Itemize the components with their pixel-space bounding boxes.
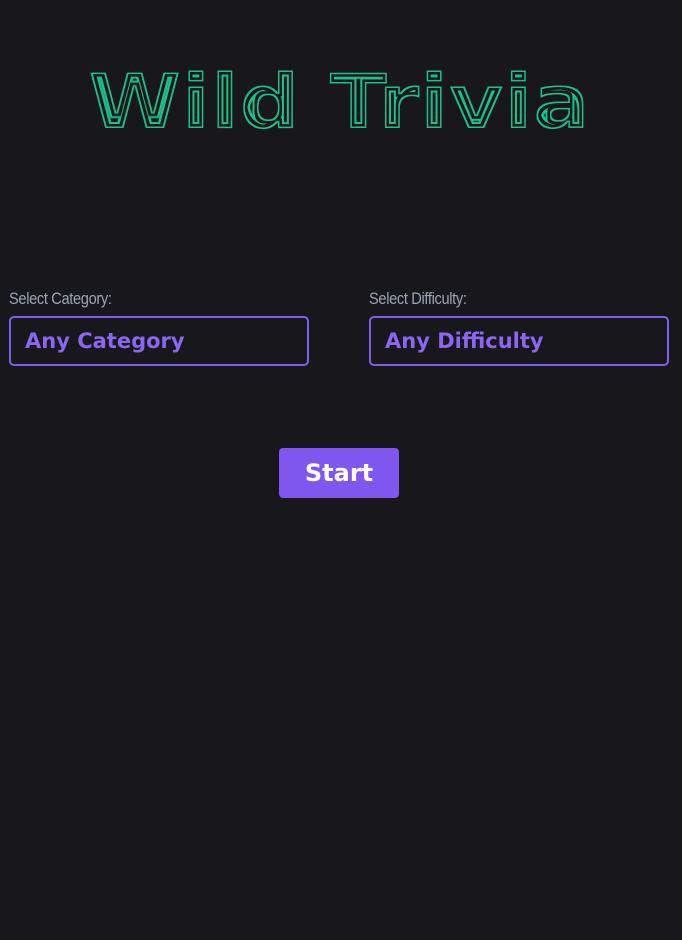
app-logo: Wild Trivia: [84, 66, 594, 136]
difficulty-label: Select Difficulty:: [369, 289, 467, 308]
app-logo-text: Wild Trivia: [88, 66, 590, 136]
app-title: Wild Trivia: [88, 66, 590, 136]
difficulty-select[interactable]: Any Difficulty: [369, 316, 669, 366]
category-label: Select Category:: [9, 289, 112, 308]
difficulty-field: Select Difficulty: Any Difficulty: [369, 289, 669, 366]
trivia-setup-page: Wild Trivia Select Category: Any Categor…: [0, 0, 682, 940]
start-button[interactable]: Start: [279, 448, 399, 498]
category-select[interactable]: Any Category: [9, 316, 309, 366]
category-field: Select Category: Any Category: [9, 289, 309, 366]
